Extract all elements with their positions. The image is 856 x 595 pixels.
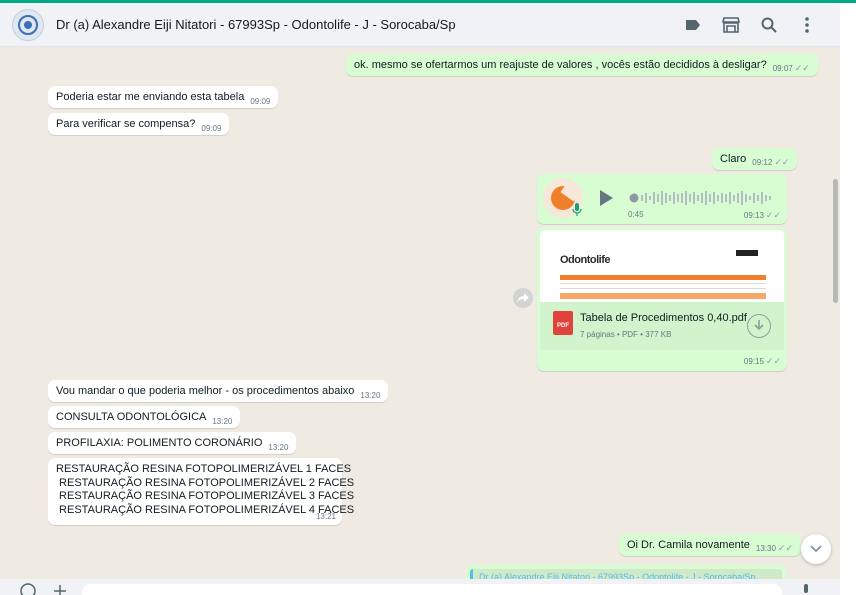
quoted-message-text: Dr (a) Alexandre Eiji Nitatori - 67993Sp… (470, 569, 782, 579)
message-time: 09:15 (743, 357, 764, 366)
document-info[interactable]: PDF Tabela de Procedimentos 0,40.pdf 7 p… (540, 302, 784, 350)
message-time: 09:09 (250, 97, 271, 106)
menu-icon[interactable] (788, 9, 826, 41)
window-gutter (840, 3, 856, 595)
search-icon[interactable] (750, 9, 788, 41)
chat-header[interactable]: Dr (a) Alexandre Eiji Nitatori - 67993Sp… (0, 3, 840, 47)
message-text: Oi Dr. Camila novamente (627, 539, 750, 551)
message-text: Vou mandar o que poderia melhor - os pro… (56, 385, 355, 397)
voice-message[interactable]: 0:45 09:13 ✓✓ (537, 174, 787, 224)
message-meta: 13:30 ✓✓ (756, 543, 793, 554)
contact-avatar[interactable] (12, 8, 44, 41)
message-text: Claro (720, 153, 747, 165)
message-meta: 09:13 ✓✓ (744, 210, 781, 221)
read-ticks-icon: ✓✓ (774, 157, 790, 167)
message-meta: 09:12 ✓✓ (752, 157, 789, 168)
message-text: Poderia estar me enviando esta tabela (56, 91, 245, 103)
message-time: 09:13 (743, 211, 764, 220)
store-icon[interactable] (712, 9, 750, 41)
message-time: 09:12 (752, 158, 773, 167)
pdf-file-icon: PDF (553, 311, 573, 335)
document-preview-tag (736, 250, 758, 256)
document-preview-line (560, 283, 766, 284)
document-preview-header-row (560, 275, 766, 280)
message-list[interactable]: ok. mesmo se ofertarmos um reajuste de v… (0, 47, 840, 579)
message-time: 13:21 (315, 512, 336, 521)
microphone-icon (572, 203, 582, 216)
forward-icon[interactable] (513, 288, 533, 308)
message-time: 13:30 (755, 544, 776, 553)
message-outgoing[interactable]: Claro 09:12 ✓✓ (712, 148, 798, 170)
document-details: 7 páginas • PDF • 377 KB (580, 330, 672, 339)
scroll-down-button[interactable] (801, 534, 831, 564)
message-outgoing[interactable]: ok. mesmo se ofertarmos um reajuste de v… (346, 54, 818, 76)
play-icon[interactable] (598, 189, 614, 207)
document-preview-line (560, 288, 766, 289)
emoji-icon[interactable] (20, 583, 36, 595)
avatar-core (24, 20, 32, 29)
message-incoming[interactable]: Para verificar se compensa? 09:09 (48, 113, 230, 135)
message-text: RESTAURAÇÃO RESINA FOTOPOLIMERIZÁVEL 1 F… (56, 463, 355, 516)
label-icon[interactable] (674, 9, 712, 41)
message-outgoing[interactable]: Oi Dr. Camila novamente 13:30 ✓✓ (619, 534, 802, 556)
contact-name[interactable]: Dr (a) Alexandre Eiji Nitatori - 67993Sp… (56, 17, 456, 32)
quoted-message[interactable]: Dr (a) Alexandre Eiji Nitatori - 67993Sp… (466, 565, 786, 579)
message-time: 13:20 (360, 391, 381, 400)
read-ticks-icon: ✓✓ (765, 210, 781, 220)
message-incoming[interactable]: PROFILAXIA: POLIMENTO CORONÁRIO 13:20 (48, 432, 297, 454)
message-incoming[interactable]: Vou mandar o que poderia melhor - os pro… (48, 380, 389, 402)
message-text: ok. mesmo se ofertarmos um reajuste de v… (354, 59, 767, 71)
audio-waveform[interactable] (629, 188, 779, 208)
message-time: 09:07 (772, 64, 793, 73)
message-text: CONSULTA ODONTOLÓGICA (56, 411, 207, 423)
message-meta: 09:15 ✓✓ (744, 356, 781, 367)
message-text: Para verificar se compensa? (56, 118, 196, 130)
read-ticks-icon: ✓✓ (765, 356, 781, 366)
microphone-button-icon[interactable] (800, 583, 816, 595)
message-incoming[interactable]: RESTAURAÇÃO RESINA FOTOPOLIMERIZÁVEL 1 F… (48, 458, 355, 525)
message-time: 13:20 (212, 417, 233, 426)
message-time: 13:20 (268, 443, 289, 452)
document-file-name: Tabela de Procedimentos 0,40.pdf (580, 312, 747, 324)
document-preview[interactable]: Odontolife (540, 230, 784, 302)
chevron-down-icon (810, 545, 822, 553)
audio-duration: 0:45 (628, 210, 644, 219)
message-incoming[interactable]: Poderia estar me enviando esta tabela 09:… (48, 86, 279, 108)
attach-icon[interactable] (52, 583, 68, 595)
document-preview-logo: Odontolife (560, 254, 611, 266)
document-message[interactable]: Odontolife PDF Tabela de Procedimentos 0… (537, 227, 787, 371)
message-time: 09:09 (201, 124, 222, 133)
read-ticks-icon: ✓✓ (777, 543, 794, 553)
message-text: PROFILAXIA: POLIMENTO CORONÁRIO (56, 437, 263, 449)
message-incoming[interactable]: CONSULTA ODONTOLÓGICA 13:20 (48, 406, 241, 428)
header-actions (674, 3, 826, 47)
download-icon[interactable] (747, 314, 771, 338)
message-meta: 09:07 ✓✓ (773, 63, 810, 74)
document-preview-highlight-row (560, 293, 766, 299)
chat-scrollbar[interactable] (833, 179, 838, 303)
composer-bar (0, 579, 840, 595)
message-input[interactable] (82, 584, 782, 595)
read-ticks-icon: ✓✓ (794, 63, 810, 73)
chat-window: Dr (a) Alexandre Eiji Nitatori - 67993Sp… (0, 3, 840, 595)
